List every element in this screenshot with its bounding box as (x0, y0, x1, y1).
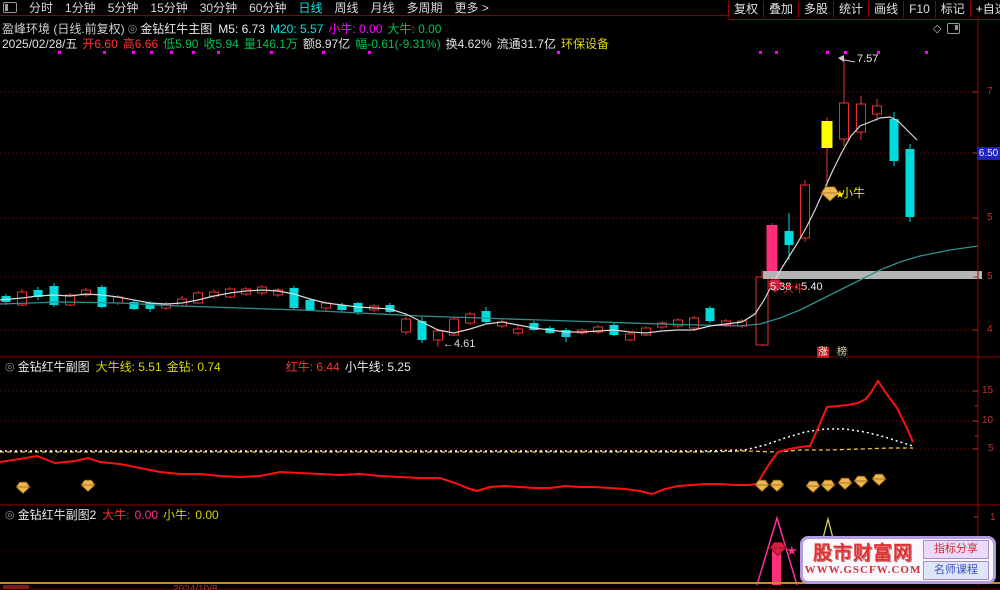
quote-field: 流通31.7亿 (496, 37, 556, 51)
quote-field: 量146.1万 (243, 37, 298, 51)
quote-info-bar: 2025/02/28/五 开6.60 高6.66 低5.90 收5.94 量146.1万… (2, 37, 614, 51)
indicator-collapse-icon[interactable]: ◎ (128, 22, 138, 35)
main-indicator-name[interactable]: 金钻红牛主图 (140, 20, 212, 37)
menu-item-5分钟[interactable]: 5分钟 (102, 1, 145, 15)
bottom-date-label: 2024/10/8 (173, 584, 218, 590)
quote-field: 低5.90 (163, 37, 199, 51)
window-icon[interactable] (3, 2, 17, 13)
quote-field: 幅-0.61(-9.31%) (355, 37, 441, 51)
menu-item-月线[interactable]: 月线 (365, 1, 401, 15)
menu-item-分时[interactable]: 分时 (23, 1, 59, 15)
toolbar-button-多股[interactable]: 多股 (798, 1, 833, 18)
pane2-value: 小牛: (163, 508, 191, 522)
pane2-axis-label: 1 (990, 512, 996, 523)
svg-text:★: ★ (786, 543, 798, 558)
pane1-value: 大牛线: 5.51 (95, 360, 162, 374)
xiaoniu-signal-label: 小牛 (841, 186, 866, 200)
toolbar-button-叠加[interactable]: 叠加 (763, 1, 798, 18)
stock-title[interactable]: 盈峰环境 (日线.前复权) (2, 20, 125, 37)
menu-item-更多 >[interactable]: 更多 > (449, 1, 495, 15)
last-price-axis-tag: 6.50 (977, 147, 1000, 160)
toolbar-button-复权[interactable]: 复权 (728, 1, 763, 18)
watermark-badge-1: 指标分享 (923, 540, 989, 559)
pane2-value: 0.00 (134, 508, 158, 522)
menu-item-多周期[interactable]: 多周期 (401, 1, 449, 15)
quote-field: 额8.97亿 (302, 37, 351, 51)
bang-badge: 榜 (836, 347, 848, 358)
watermark-badge-2: 名师课程 (923, 561, 989, 580)
pane1-value: 小牛线: 5.25 (344, 360, 411, 374)
pane1-axis-label: 10 (982, 415, 994, 426)
watermark-ad: 股市财富网 WWW.GSCFW.COM 指标分享 名师课程 (800, 536, 996, 584)
menu-item-30分钟[interactable]: 30分钟 (194, 1, 243, 15)
pane1-axis-label: 15 (982, 385, 994, 396)
pane1-value: 红牛: 6.44 (285, 360, 340, 374)
pane1-collapse-icon[interactable]: ◎ (5, 360, 15, 373)
menu-item-60分钟[interactable]: 60分钟 (243, 1, 292, 15)
zhang-badge: 涨 (817, 347, 829, 358)
daniu-signal-label: 大牛 (783, 283, 805, 295)
title-bar: 盈峰环境 (日线.前复权) ◎ 金钻红牛主图 M5: 6.73 M20: 5.57… (2, 20, 446, 37)
toolbar-button-统计[interactable]: 统计 (833, 1, 868, 18)
price-axis-label: 5 (987, 212, 993, 223)
diamond-marker-icon[interactable]: ◇ (933, 22, 941, 35)
pane2-collapse-icon[interactable]: ◎ (5, 508, 15, 521)
toolbar-button-+自选[interactable]: +自选 (969, 1, 1000, 18)
toolbar-button-画线[interactable]: 画线 (868, 1, 903, 18)
quote-field: 环保设备 (561, 37, 610, 51)
watermark-site-name: 股市财富网 (812, 543, 913, 564)
menu-item-1分钟[interactable]: 1分钟 (59, 1, 102, 15)
menu-item-日线[interactable]: 日线 (292, 1, 328, 15)
quote-field: 收5.94 (203, 37, 239, 51)
pane2-value: 大牛: (102, 508, 130, 522)
period-menubar: 分时 1分钟 5分钟 15分钟 30分钟 60分钟 日线 周线 月线 多周期 更多 > (0, 0, 728, 16)
price-axis-label: 7 (987, 86, 993, 97)
low-price-label: ←4.61 (443, 338, 476, 350)
pane1-header: ◎ 金钻红牛副图 大牛线: 5.51 金钻: 0.74 红牛: 6.44 小牛线: 5… (2, 358, 416, 375)
indicator-value: M5: 6.73 (218, 21, 265, 36)
price-axis-label: 5 (987, 271, 993, 282)
pane2-header: ◎ 金钻红牛副图2 大牛: 0.00 小牛: 0.00 (2, 506, 224, 523)
maximize-pane-icon[interactable] (947, 23, 961, 34)
pane-corner-icons: ◇ (933, 22, 961, 35)
high-price-label: 7.57 (857, 53, 879, 65)
toolbar-button-标记[interactable]: 标记 (934, 1, 970, 18)
toolbar-menu: 复权叠加多股统计画线F10标记+自选返 (728, 0, 1000, 20)
menu-item-周线[interactable]: 周线 (328, 1, 364, 15)
quote-field: 高6.66 (122, 37, 159, 51)
trading-app-window: { "window": { "top_menu": { "items": ["分… (0, 0, 1000, 590)
indicator-value: M20: 5.57 (270, 21, 324, 36)
indicator-value: 大牛: 0.00 (387, 21, 442, 36)
quote-field: 换4.62% (445, 37, 492, 51)
watermark-url: WWW.GSCFW.COM (804, 564, 922, 576)
quote-date: 2025/02/28/五 (2, 37, 78, 51)
quote-field: 开6.60 (82, 37, 118, 51)
pane1-axis-label: 5 (988, 443, 994, 454)
pane1-indicator-name[interactable]: 金钻红牛副图 (18, 358, 90, 375)
chart-canvas[interactable]: ★★ (0, 0, 1000, 590)
menu-item-15分钟[interactable]: 15分钟 (144, 1, 193, 15)
pane1-value: 金钻: 0.74 (166, 360, 221, 374)
price-axis-label: 4 (987, 324, 993, 335)
pane2-indicator-name[interactable]: 金钻红牛副图2 (18, 506, 97, 523)
pane2-value: 0.00 (195, 508, 219, 522)
indicator-value: 小牛: 0.00 (328, 21, 383, 36)
toolbar-button-F10[interactable]: F10 (903, 1, 935, 18)
